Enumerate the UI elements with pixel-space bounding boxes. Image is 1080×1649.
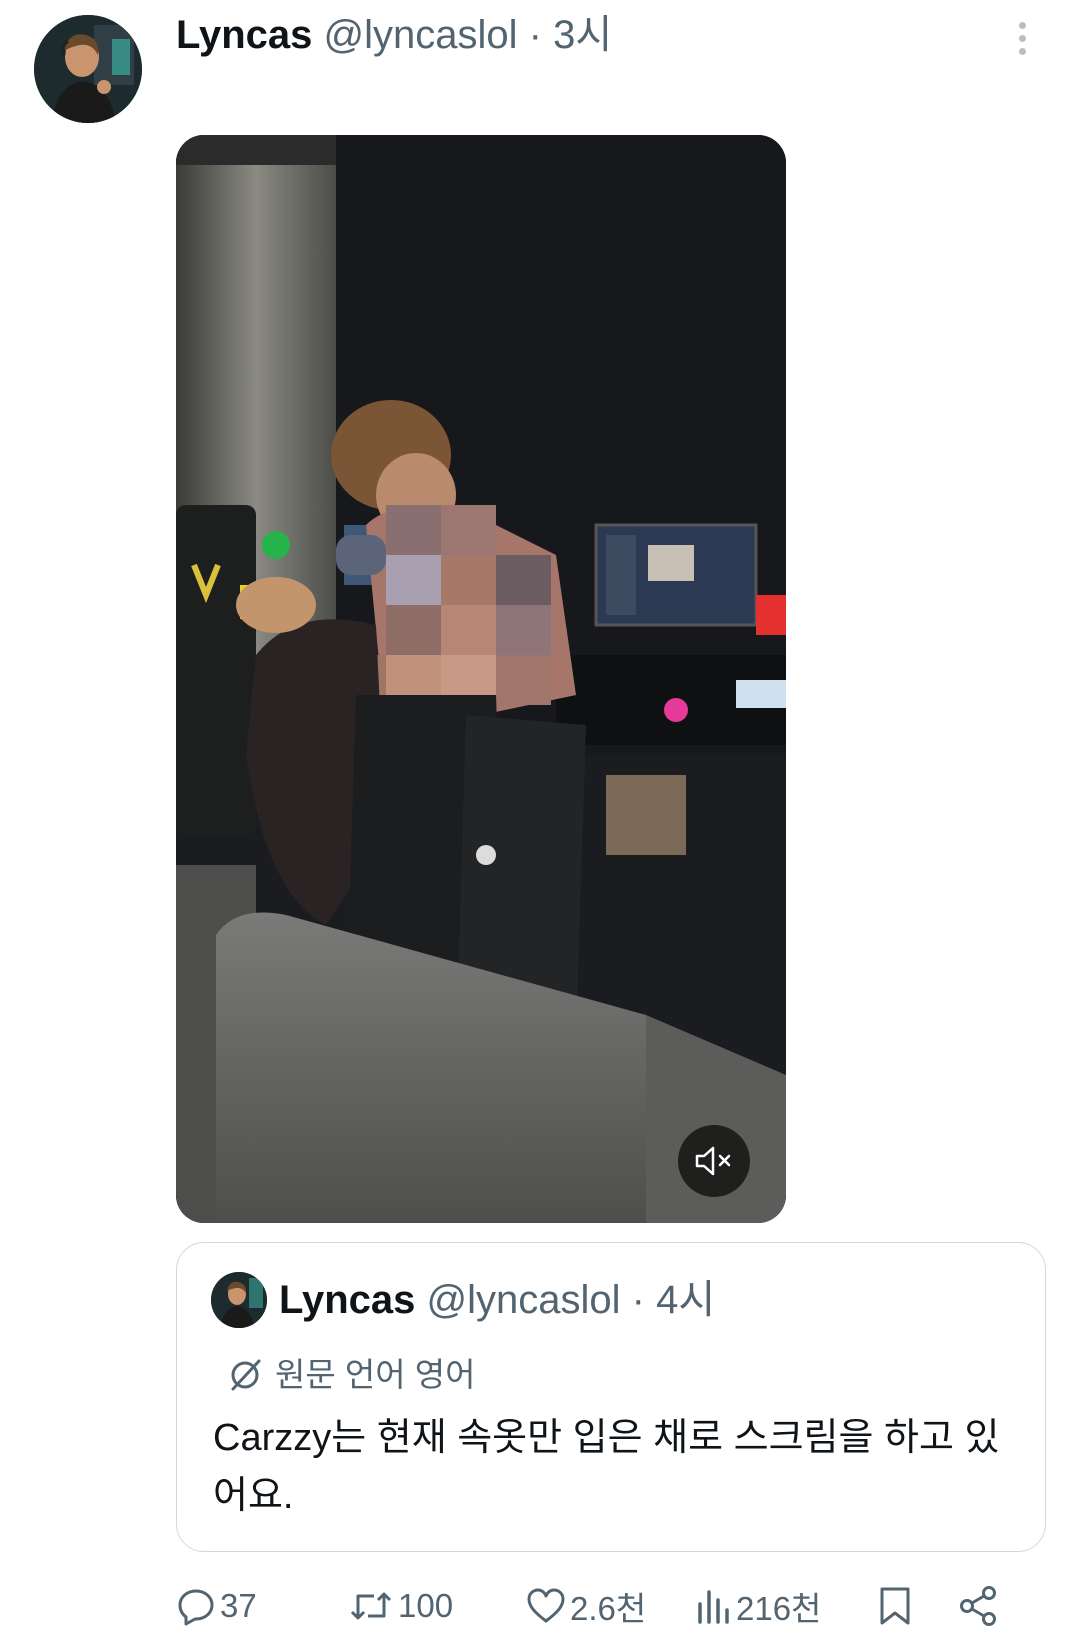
action-bar: 37 100 2.6천 216천	[176, 1578, 1046, 1638]
share-icon	[960, 1586, 996, 1626]
quoted-tweet-header: Lyncas @lyncaslol · 4시	[279, 1275, 715, 1325]
quoted-tweet[interactable]: Lyncas @lyncaslol · 4시 원문 언어 영어 Carzzy는 …	[176, 1242, 1046, 1552]
like-count: 2.6천	[570, 1590, 647, 1627]
bookmark-icon	[880, 1587, 910, 1625]
view-count: 216천	[736, 1590, 822, 1627]
reply-button[interactable]: 37	[176, 1578, 257, 1634]
separator-dot: ·	[631, 1278, 645, 1322]
reply-icon	[178, 1589, 214, 1626]
author-avatar[interactable]	[34, 15, 142, 123]
quoted-tweet-time: 4시	[656, 1278, 716, 1322]
quoted-author-handle: @lyncaslol	[426, 1278, 621, 1322]
translate-icon	[231, 1359, 261, 1391]
quoted-author-avatar[interactable]	[211, 1272, 267, 1328]
heart-icon	[527, 1588, 565, 1623]
retweet-icon	[350, 1592, 392, 1620]
share-button[interactable]	[958, 1578, 998, 1634]
quoted-author-name: Lyncas	[279, 1278, 416, 1322]
video-frame	[176, 135, 786, 1223]
translation-notice: 원문 언어 영어	[227, 1353, 476, 1397]
retweet-count: 100	[398, 1587, 454, 1624]
quoted-tweet-text: Carzzy는 현재 속옷만 입은 채로 스크림을 하고 있어요.	[213, 1417, 1000, 1517]
author-name[interactable]: Lyncas	[176, 13, 312, 57]
more-vertical-icon[interactable]	[1011, 18, 1035, 58]
tweet-time[interactable]: 3시	[553, 13, 612, 57]
author-handle[interactable]: @lyncaslol	[324, 13, 518, 57]
retweet-button[interactable]: 100	[348, 1578, 453, 1634]
separator-dot: ·	[528, 13, 542, 57]
views-chart-icon	[698, 1590, 729, 1624]
like-button[interactable]: 2.6천	[526, 1578, 646, 1634]
tweet-video[interactable]	[176, 135, 786, 1223]
volume-muted-icon[interactable]	[678, 1125, 750, 1197]
translation-notice-text: 원문 언어 영어	[275, 1356, 476, 1393]
tweet-header: Lyncas @lyncaslol · 3시	[176, 10, 612, 60]
reply-count: 37	[220, 1587, 257, 1624]
bookmark-button[interactable]	[878, 1578, 912, 1634]
avatar-image	[34, 15, 142, 123]
views-button[interactable]: 216천	[696, 1578, 821, 1634]
